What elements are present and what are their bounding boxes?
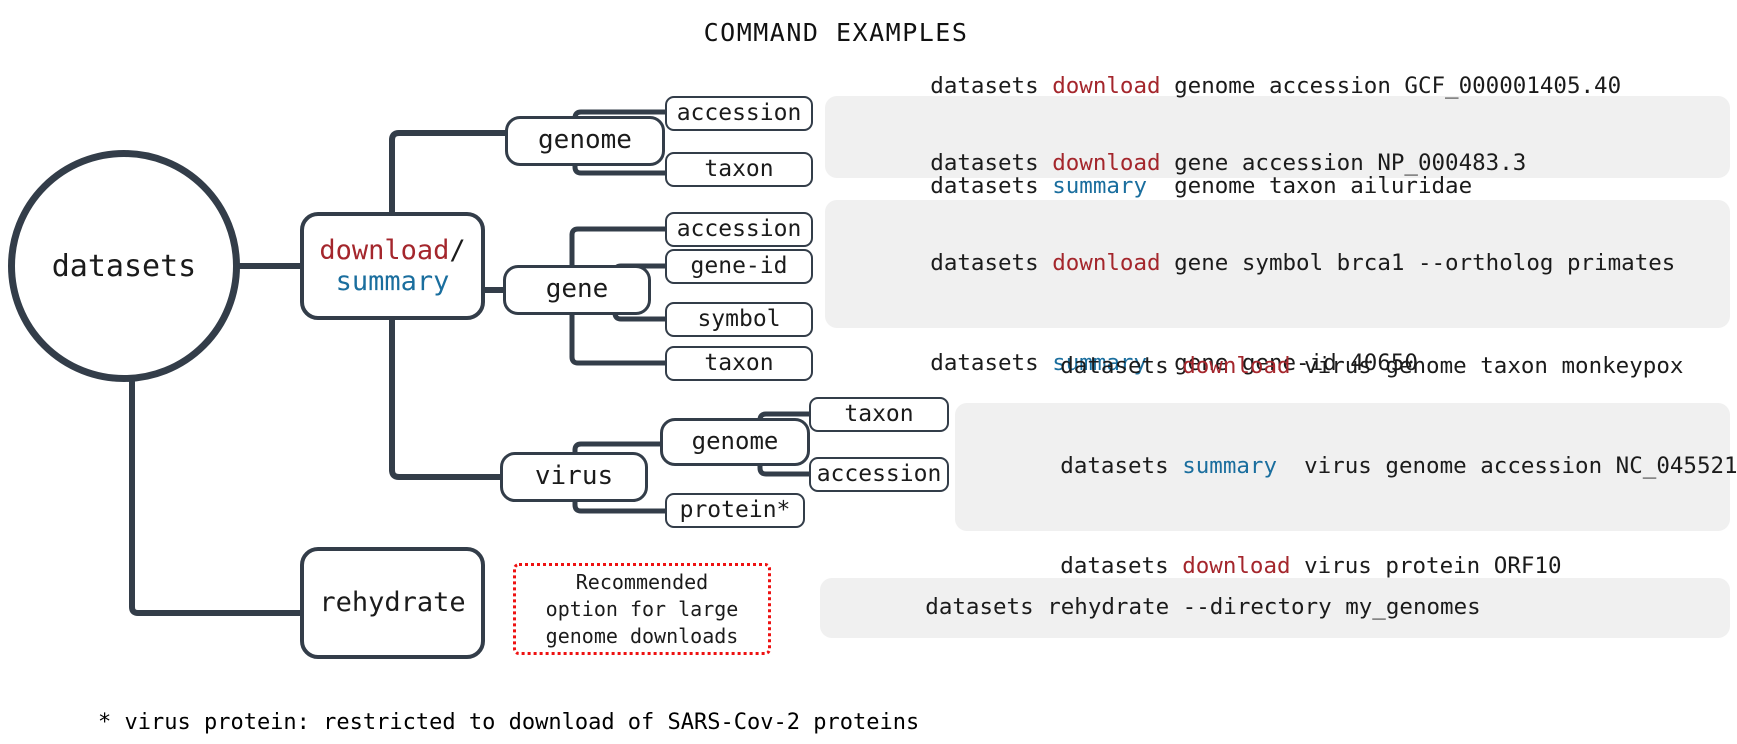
cmd-suffix: gene symbol brca1 --ortholog primates <box>1160 250 1676 277</box>
cmd-keyword: download <box>1182 353 1291 380</box>
recommended-note: Recommended option for large genome down… <box>513 563 771 655</box>
command-panel-virus: datasets download virus genome taxon mon… <box>955 353 1737 579</box>
command-line: datasets download gene accession NP_0004… <box>849 114 1706 214</box>
node-rehydrate-label: rehydrate <box>319 587 466 619</box>
leaf-virus-genome-taxon[interactable]: taxon <box>809 397 949 432</box>
cmd-suffix: virus genome accession NC_045521.2 <box>1277 453 1737 480</box>
node-download-label: download <box>319 234 450 266</box>
node-summary-label: summary <box>335 266 450 297</box>
recommended-note-line3: genome downloads <box>545 623 739 648</box>
cmd-suffix: gene accession NP_000483.3 <box>1160 150 1527 177</box>
diagram-canvas: COMMAND EXAMPLES datasets download/ summ… <box>0 0 1737 744</box>
command-panel-rehydrate: datasets rehydrate --directory my_genome… <box>820 578 1730 638</box>
cmd-prefix: datasets rehydrate --directory my_genome… <box>925 594 1481 621</box>
root-node-label: datasets <box>51 248 197 284</box>
node-slash-label: / <box>449 234 466 266</box>
node-virus-genome-label: genome <box>691 427 779 456</box>
node-genome-label: genome <box>538 125 632 156</box>
node-rehydrate[interactable]: rehydrate <box>300 547 485 659</box>
cmd-keyword: download <box>1052 73 1161 100</box>
leaf-gene-id-label: gene-id <box>690 253 788 280</box>
recommended-note-line2: option for large <box>545 596 739 621</box>
command-line: datasets rehydrate --directory my_genome… <box>844 558 1706 658</box>
node-virus-genome[interactable]: genome <box>660 418 810 466</box>
leaf-gene-symbol-label: symbol <box>697 306 781 333</box>
leaf-gene-symbol[interactable]: symbol <box>665 302 813 337</box>
command-panel-gene: datasets download gene accession NP_0004… <box>825 150 1730 376</box>
node-virus-label: virus <box>534 461 614 492</box>
leaf-gene-taxon-label: taxon <box>704 350 774 377</box>
leaf-genome-accession-label: accession <box>676 100 802 127</box>
cmd-prefix: datasets <box>1060 353 1183 380</box>
cmd-keyword: download <box>1052 150 1161 177</box>
leaf-gene-id[interactable]: gene-id <box>665 249 813 284</box>
node-genome[interactable]: genome <box>505 116 665 166</box>
leaf-genome-accession[interactable]: accession <box>665 96 813 131</box>
cmd-prefix: datasets <box>1060 453 1183 480</box>
cmd-keyword: summary <box>1182 453 1278 480</box>
command-line: datasets download gene symbol brca1 --or… <box>849 214 1706 314</box>
node-gene[interactable]: gene <box>503 265 651 315</box>
leaf-virus-protein[interactable]: protein* <box>665 493 805 528</box>
cmd-prefix: datasets <box>930 150 1053 177</box>
cmd-prefix: datasets <box>930 73 1053 100</box>
leaf-gene-accession[interactable]: accession <box>665 212 813 247</box>
node-virus[interactable]: virus <box>500 452 648 502</box>
cmd-suffix: virus genome taxon monkeypox <box>1290 353 1684 380</box>
node-gene-label: gene <box>545 274 609 305</box>
leaf-virus-genome-accession[interactable]: accession <box>809 457 949 492</box>
cmd-prefix: datasets <box>930 250 1053 277</box>
leaf-gene-accession-label: accession <box>676 216 802 243</box>
command-line: datasets download virus genome taxon mon… <box>979 317 1706 417</box>
leaf-genome-taxon[interactable]: taxon <box>665 152 813 187</box>
leaf-genome-taxon-label: taxon <box>704 156 774 183</box>
cmd-suffix: genome accession GCF_000001405.40 <box>1160 73 1622 100</box>
node-download-summary[interactable]: download/ summary <box>300 212 485 320</box>
leaf-virus-genome-taxon-label: taxon <box>844 401 914 428</box>
leaf-virus-genome-accession-label: accession <box>816 461 942 488</box>
cmd-keyword: download <box>1052 250 1161 277</box>
command-line: datasets summary virus genome accession … <box>979 417 1737 517</box>
footnote: * virus protein: restricted to download … <box>98 710 920 735</box>
recommended-note-line1: Recommended <box>575 569 709 594</box>
leaf-virus-protein-label: protein* <box>679 497 791 524</box>
root-node-datasets[interactable]: datasets <box>8 150 240 382</box>
leaf-gene-taxon[interactable]: taxon <box>665 346 813 381</box>
